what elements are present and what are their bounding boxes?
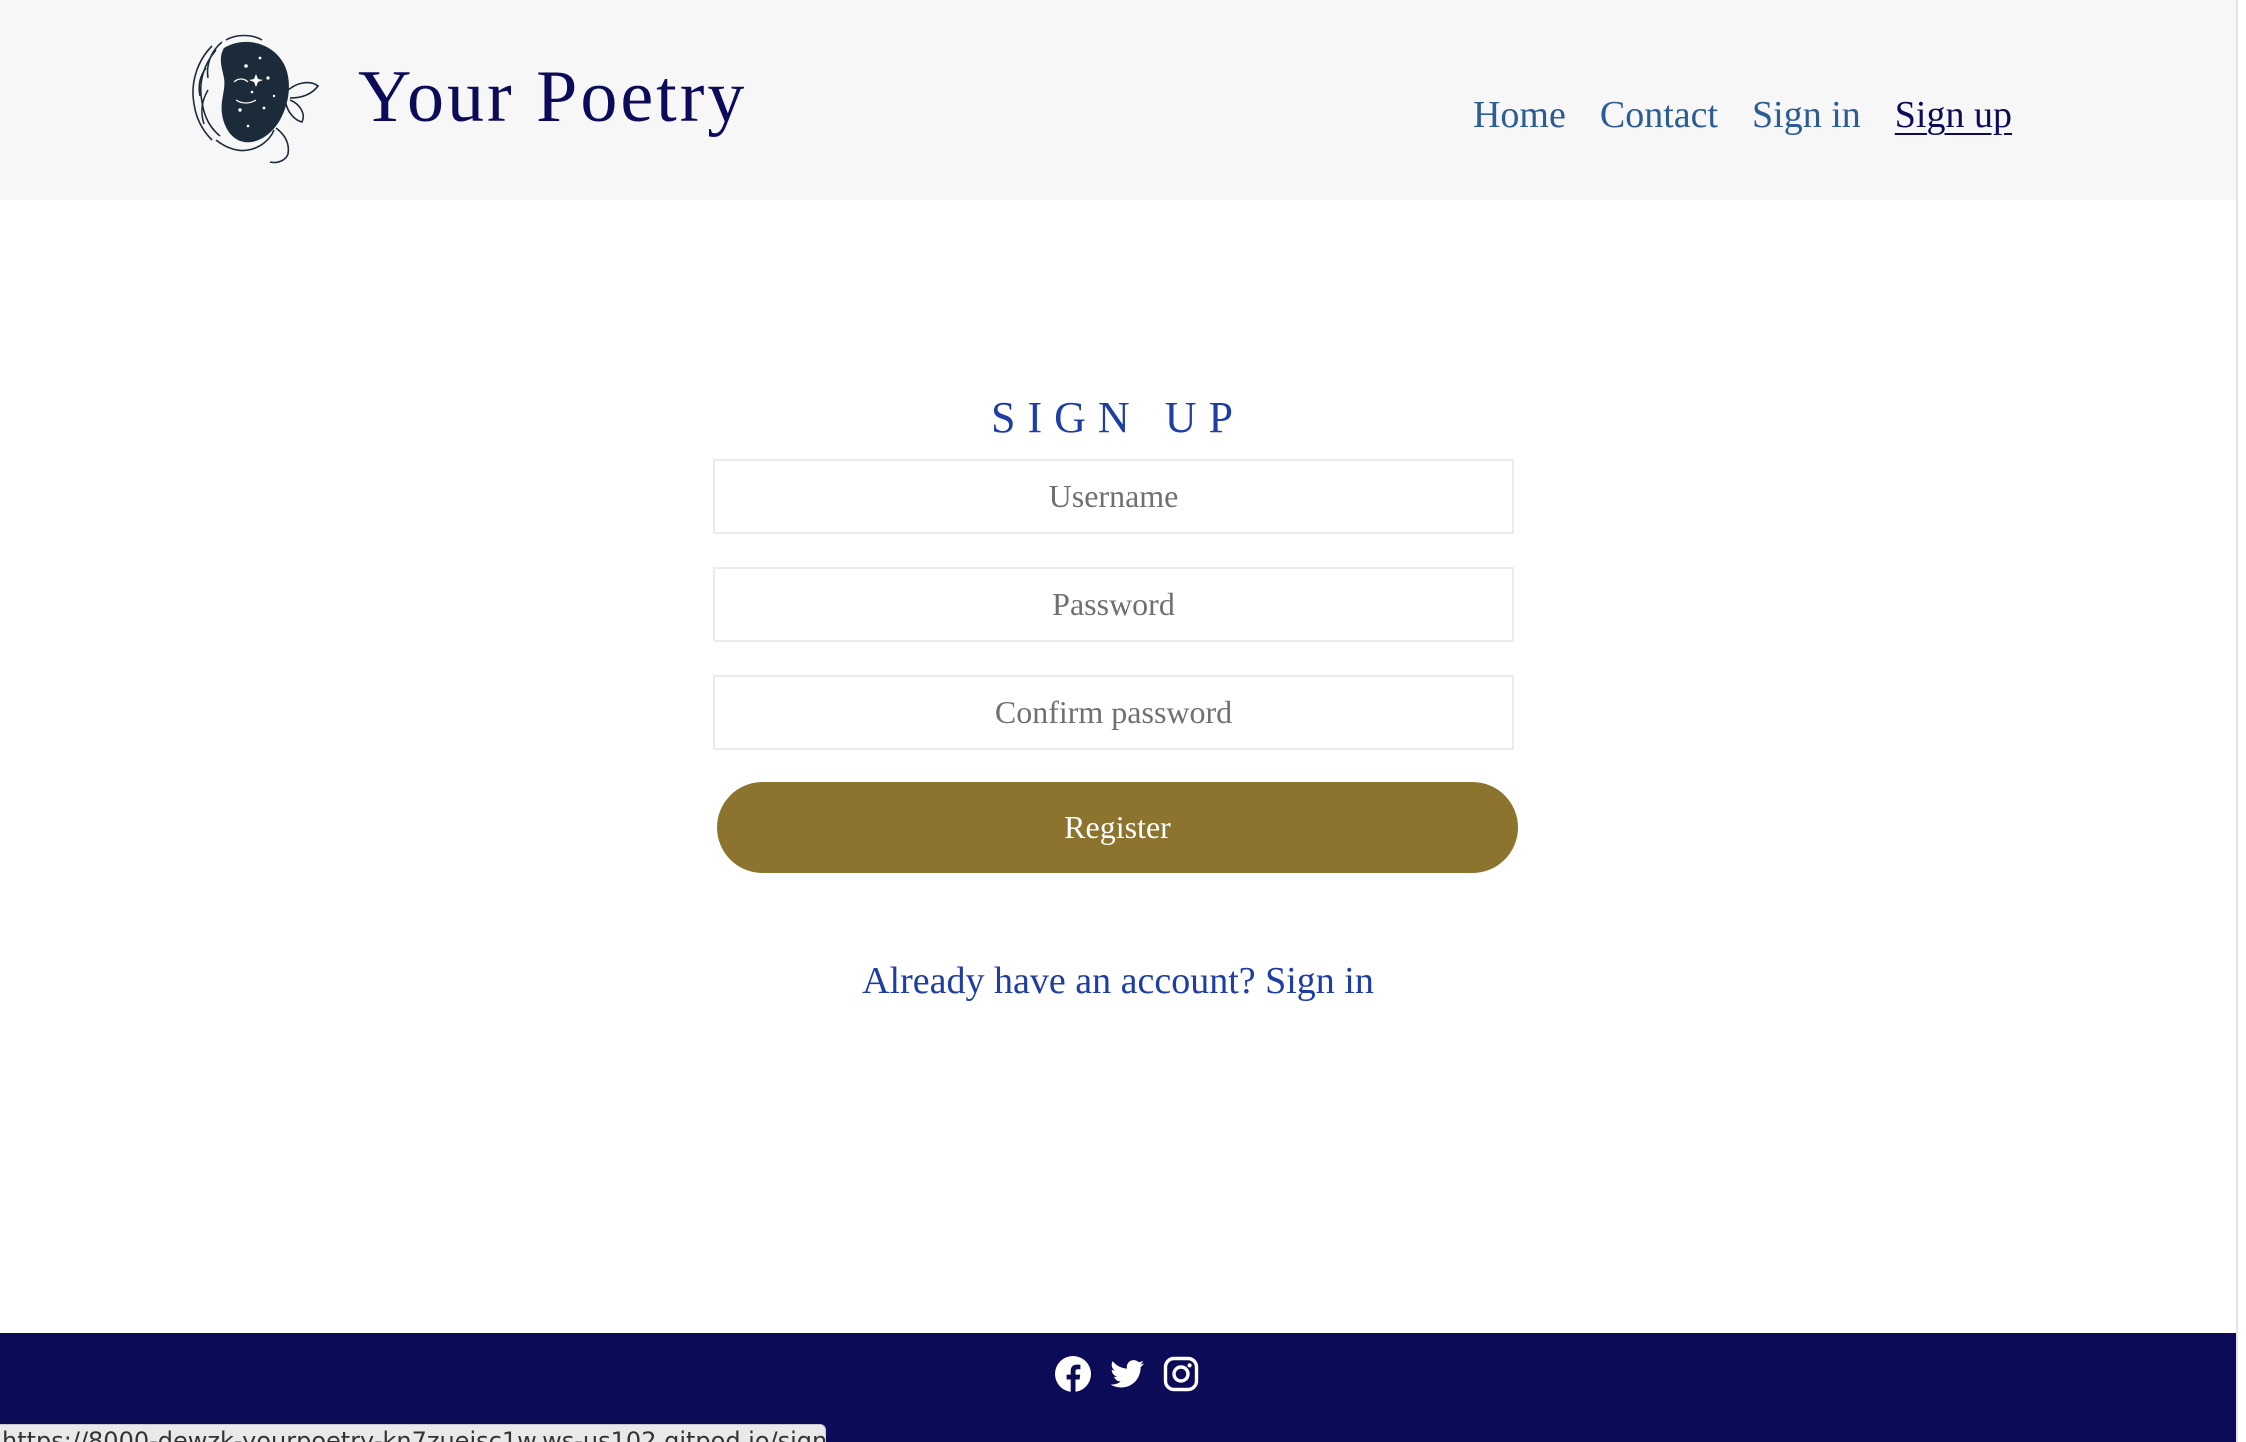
main-nav: Home Contact Sign in Sign up <box>1473 96 2012 134</box>
nav-home-link[interactable]: Home <box>1473 96 1566 134</box>
username-input[interactable] <box>713 459 1514 534</box>
register-button[interactable]: Register <box>717 782 1518 873</box>
site-brand-title[interactable]: Your Poetry <box>358 60 747 134</box>
status-bar-url: https://8000-dewzk-yourpoetry-kn7zuejsc1… <box>0 1424 826 1442</box>
password-input[interactable] <box>713 567 1514 642</box>
signin-prompt: Already have an account? Sign in <box>0 962 2236 1000</box>
nav-signin-link[interactable]: Sign in <box>1752 96 1861 134</box>
poet-face-logo[interactable] <box>186 30 326 166</box>
instagram-icon[interactable] <box>1162 1355 1200 1393</box>
signin-prompt-link[interactable]: Already have an account? Sign in <box>862 960 1374 1002</box>
twitter-icon[interactable] <box>1108 1355 1146 1393</box>
signup-heading: SIGN UP <box>991 393 1245 442</box>
page: Your Poetry Home Contact Sign in Sign up… <box>0 0 2236 1442</box>
confirm-password-input[interactable] <box>713 675 1514 750</box>
site-header: Your Poetry Home Contact Sign in Sign up <box>0 0 2236 200</box>
scrollbar-track[interactable] <box>2236 0 2246 1442</box>
nav-signup-link[interactable]: Sign up <box>1895 96 2012 134</box>
facebook-icon[interactable] <box>1054 1355 1092 1393</box>
social-links <box>1054 1355 1200 1393</box>
nav-contact-link[interactable]: Contact <box>1600 96 1718 134</box>
